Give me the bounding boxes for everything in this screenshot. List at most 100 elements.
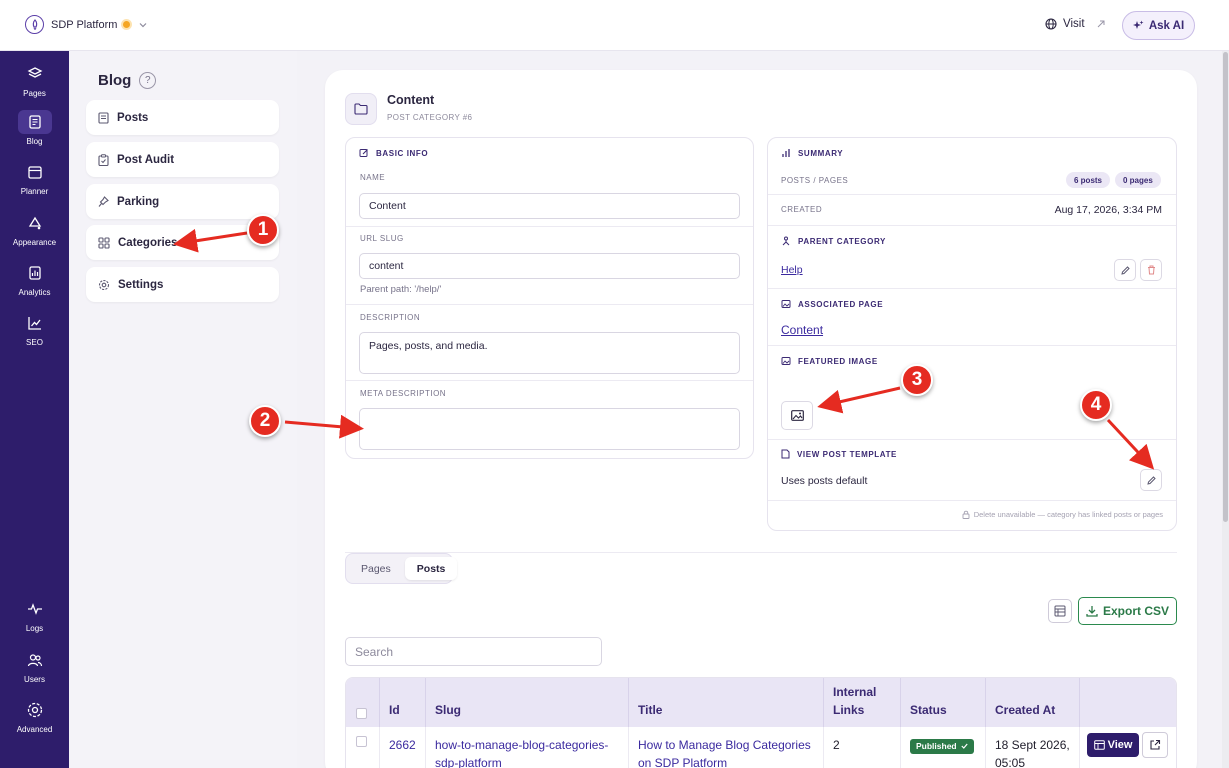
pencil-icon: [1120, 265, 1130, 275]
pin-icon: [98, 195, 109, 208]
help-icon[interactable]: ?: [139, 72, 157, 89]
associated-page-heading-text: ASSOCIATED PAGE: [798, 299, 884, 309]
column-header-created-at[interactable]: Created At: [986, 678, 1080, 727]
tab-pages[interactable]: Pages: [349, 557, 403, 580]
subnav-item-label: Settings: [118, 278, 164, 291]
rail-item-users[interactable]: Users: [0, 648, 69, 684]
column-header-slug[interactable]: Slug: [426, 678, 629, 727]
workspace-switcher[interactable]: SDP Platform: [25, 15, 147, 34]
download-icon: [1086, 605, 1098, 617]
edit-template-button[interactable]: [1140, 469, 1162, 491]
rail-item-appearance[interactable]: Appearance: [0, 211, 69, 247]
row-slug[interactable]: how-to-manage-blog-categories-sdp-platfo…: [426, 727, 629, 768]
delete-unavailable-note: Delete unavailable — category has linked…: [962, 510, 1163, 519]
remove-parent-button[interactable]: [1140, 259, 1162, 281]
summary-heading: SUMMARY: [781, 148, 843, 158]
subnav-item-posts[interactable]: Posts: [86, 100, 279, 135]
row-status-cell: Published: [901, 727, 986, 768]
delete-note-text: Delete unavailable — category has linked…: [973, 510, 1163, 519]
document-icon: [781, 449, 790, 459]
view-post-button[interactable]: View: [1087, 733, 1139, 757]
rail-label: Blog: [26, 137, 43, 146]
image-icon: [781, 356, 791, 366]
rail-label: Planner: [20, 187, 49, 196]
divider: [768, 194, 1176, 195]
divider: [768, 500, 1176, 501]
clipboard-icon: [98, 153, 109, 166]
select-all-checkbox[interactable]: [356, 708, 367, 719]
rail-item-logs[interactable]: Logs: [0, 597, 69, 633]
trend-icon: [18, 311, 52, 335]
row-internal-links: 2: [824, 727, 901, 768]
status-text: Published: [916, 741, 957, 751]
edit-parent-button[interactable]: [1114, 259, 1136, 281]
external-link-icon: [1149, 739, 1161, 751]
workspace-name: SDP Platform: [51, 18, 118, 31]
column-picker-button[interactable]: [1048, 599, 1072, 623]
gear-icon: [18, 698, 52, 722]
main-sidebar: Pages Blog Planner Appearance Analytics …: [0, 51, 69, 768]
view-post-template-heading-text: VIEW POST TEMPLATE: [797, 449, 897, 459]
meta-description-textarea[interactable]: [359, 408, 740, 450]
description-label: DESCRIPTION: [360, 313, 421, 322]
column-header-internal-links[interactable]: Internal Links: [824, 678, 901, 727]
rail-item-seo[interactable]: SEO: [0, 311, 69, 347]
posts-table: Id Slug Title Internal Links Status Crea…: [345, 677, 1177, 768]
subnav-item-parking[interactable]: Parking: [86, 184, 279, 219]
created-value: Aug 17, 2026, 3:34 PM: [1054, 204, 1162, 216]
view-label: View: [1107, 739, 1133, 751]
subnav-item-post-audit[interactable]: Post Audit: [86, 142, 279, 177]
search-input[interactable]: Search: [345, 637, 602, 666]
planner-icon: [18, 160, 52, 184]
rail-label: Appearance: [12, 238, 57, 247]
image-icon: [781, 299, 791, 309]
divider: [346, 380, 753, 381]
gear-icon: [98, 279, 110, 291]
rail-item-pages[interactable]: Pages: [0, 62, 69, 98]
hierarchy-icon: [781, 236, 791, 246]
visit-site-link[interactable]: Visit: [1045, 18, 1105, 30]
palette-icon: [18, 211, 52, 235]
url-slug-input[interactable]: [359, 253, 740, 279]
parent-category-link[interactable]: Help: [781, 264, 803, 276]
rail-item-blog[interactable]: Blog: [0, 110, 69, 146]
row-title[interactable]: How to Manage Blog Categories on SDP Pla…: [629, 727, 824, 768]
column-header-status[interactable]: Status: [901, 678, 986, 727]
top-bar: SDP Platform Visit Ask AI: [0, 0, 1229, 51]
layers-icon: [18, 62, 52, 86]
rail-item-analytics[interactable]: Analytics: [0, 261, 69, 297]
subnav-item-label: Parking: [117, 195, 160, 208]
add-featured-image-button[interactable]: [781, 401, 813, 430]
sparkle-icon: [1132, 20, 1144, 31]
content-tabs: Pages Posts: [345, 553, 458, 584]
row-id[interactable]: 2662: [380, 727, 426, 768]
tab-posts[interactable]: Posts: [404, 557, 458, 580]
subnav-item-settings[interactable]: Settings: [86, 267, 279, 302]
description-textarea[interactable]: Pages, posts, and media.: [359, 332, 740, 374]
page-title: Content: [387, 93, 435, 107]
blog-icon: [17, 110, 52, 134]
column-header-id[interactable]: Id: [380, 678, 426, 727]
folder-icon: [345, 93, 377, 125]
chevron-down-icon: [139, 22, 147, 28]
annotation-marker-1: 1: [247, 214, 279, 246]
row-checkbox[interactable]: [356, 736, 367, 747]
subnav-item-label: Post Audit: [117, 153, 175, 166]
view-post-template-heading: VIEW POST TEMPLATE: [781, 449, 897, 459]
scrollbar-thumb[interactable]: [1223, 52, 1228, 522]
featured-image-heading: FEATURED IMAGE: [781, 356, 878, 366]
open-external-button[interactable]: [1142, 732, 1168, 758]
rail-label: Users: [24, 675, 45, 684]
pencil-icon: [1146, 475, 1156, 485]
posts-pages-label: POSTS / PAGES: [781, 176, 849, 185]
associated-page-link[interactable]: Content: [781, 323, 823, 337]
rail-item-planner[interactable]: Planner: [0, 160, 69, 196]
export-csv-button[interactable]: Export CSV: [1078, 597, 1177, 625]
column-header-title[interactable]: Title: [629, 678, 824, 727]
ask-ai-button[interactable]: Ask AI: [1122, 11, 1195, 40]
image-icon: [790, 410, 804, 421]
name-input[interactable]: [359, 193, 740, 219]
annotation-marker-2: 2: [249, 405, 281, 437]
basic-info-heading: BASIC INFO: [359, 148, 428, 158]
rail-item-advanced[interactable]: Advanced: [0, 698, 69, 734]
